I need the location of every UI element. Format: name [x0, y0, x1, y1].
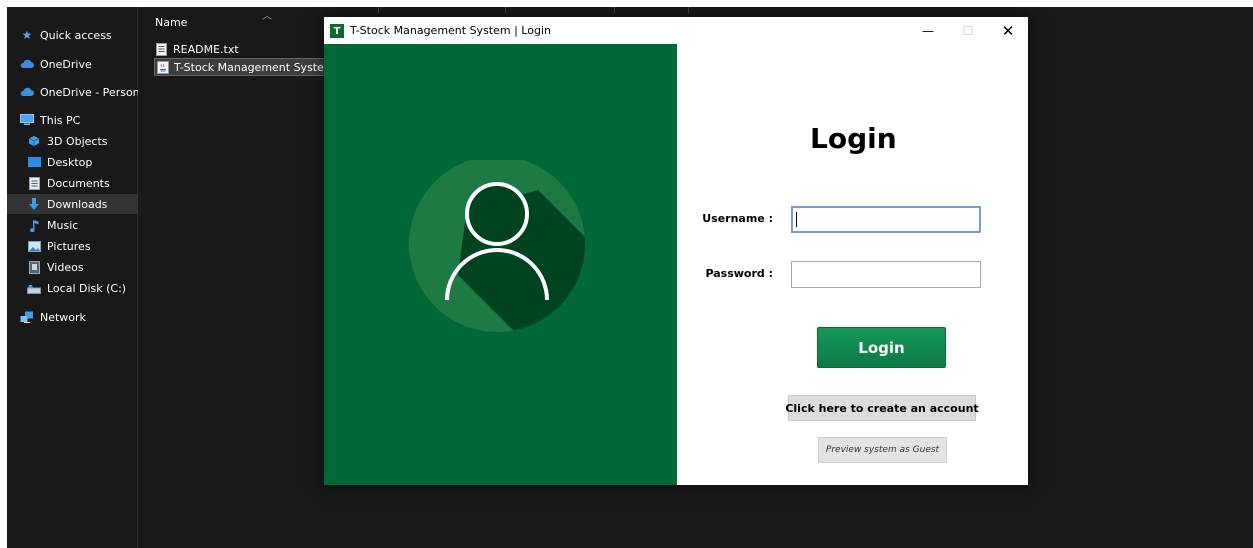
nav-network[interactable]: Network — [7, 307, 138, 327]
file-row-readme[interactable]: README.txt — [154, 40, 239, 58]
document-icon — [27, 176, 41, 190]
title-bar[interactable]: T T-Stock Management System | Login — ☐ … — [324, 17, 1028, 44]
close-button[interactable]: ✕ — [988, 17, 1028, 44]
nav-onedrive[interactable]: OneDrive — [7, 54, 138, 74]
nav-onedrive-personal[interactable]: OneDrive - Persona — [7, 82, 138, 102]
film-icon — [27, 260, 41, 274]
file-name: T-Stock Management System — [174, 60, 335, 74]
sort-up-icon: ︿ — [262, 11, 272, 22]
nav-downloads[interactable]: Downloads — [7, 194, 138, 214]
desktop: ★ Quick access OneDrive OneDrive - Perso… — [7, 7, 1253, 548]
minimize-button[interactable]: — — [908, 17, 948, 44]
desktop-icon — [27, 155, 41, 169]
nav-pictures[interactable]: Pictures — [7, 236, 138, 256]
username-label: Username : — [702, 212, 773, 225]
nav-desktop[interactable]: Desktop — [7, 152, 138, 172]
login-form: Login Username : Password : Login Click … — [677, 44, 1028, 485]
text-file-icon — [156, 42, 168, 56]
download-arrow-icon — [27, 197, 41, 211]
monitor-icon — [20, 113, 34, 127]
column-separator[interactable] — [688, 7, 689, 13]
nav-documents[interactable]: Documents — [7, 173, 138, 193]
picture-icon — [27, 239, 41, 253]
user-avatar-icon — [409, 160, 585, 332]
create-account-button[interactable]: Click here to create an account — [785, 395, 979, 421]
file-name: README.txt — [173, 42, 239, 56]
column-header-name[interactable]: Name — [155, 16, 187, 29]
java-file-icon — [157, 60, 169, 74]
login-heading: Login — [810, 122, 897, 155]
nav-videos[interactable]: Videos — [7, 257, 138, 277]
password-label: Password : — [705, 267, 773, 280]
app-logo-icon: T — [330, 24, 344, 38]
username-input[interactable] — [791, 206, 981, 233]
nav-quick-access[interactable]: ★ Quick access — [7, 25, 138, 45]
branding-panel — [324, 44, 677, 485]
nav-3d-objects[interactable]: 3D Objects — [7, 131, 138, 151]
cube-icon — [27, 134, 41, 148]
guest-preview-button[interactable]: Preview system as Guest — [818, 437, 947, 463]
column-separator[interactable] — [614, 7, 615, 13]
file-row-tstock[interactable]: T-Stock Management System — [154, 58, 336, 76]
cloud-icon — [20, 57, 34, 71]
column-separator[interactable] — [378, 7, 379, 13]
column-separator[interactable] — [505, 7, 506, 13]
navigation-pane: ★ Quick access OneDrive OneDrive - Perso… — [7, 7, 138, 548]
login-button[interactable]: Login — [817, 327, 946, 368]
music-note-icon — [27, 218, 41, 232]
nav-this-pc[interactable]: This PC — [7, 110, 138, 130]
login-window: T T-Stock Management System | Login — ☐ … — [324, 17, 1028, 485]
password-input[interactable] — [791, 261, 981, 288]
star-icon: ★ — [21, 28, 33, 42]
text-caret — [796, 212, 797, 227]
nav-music[interactable]: Music — [7, 215, 138, 235]
drive-icon — [27, 281, 41, 295]
maximize-button[interactable]: ☐ — [948, 17, 988, 44]
cloud-icon — [20, 85, 34, 99]
nav-local-disk[interactable]: Local Disk (C:) — [7, 278, 138, 298]
network-icon — [20, 310, 34, 324]
window-title: T-Stock Management System | Login — [350, 24, 551, 37]
